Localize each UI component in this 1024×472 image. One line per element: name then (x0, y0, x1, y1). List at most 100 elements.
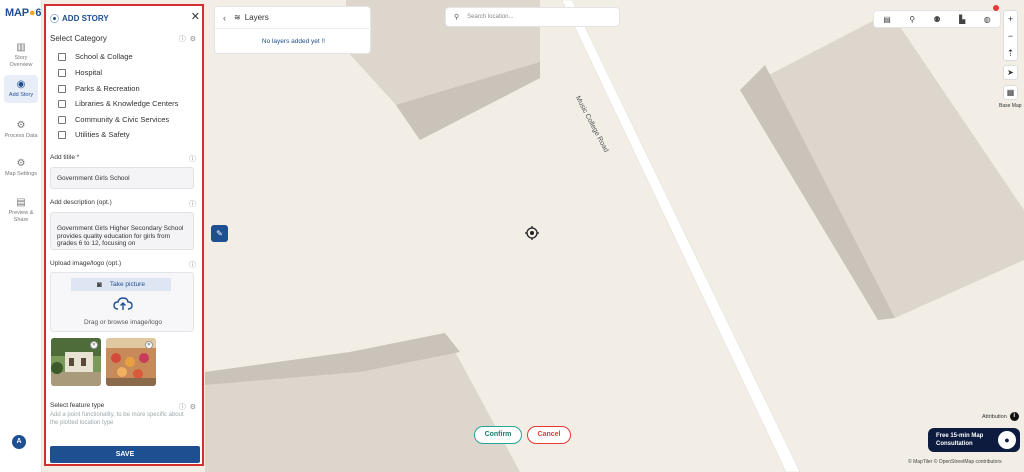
layers-title: Layers (244, 13, 269, 22)
rail-item-label: Add Story (8, 92, 34, 98)
consultation-button[interactable]: Free 15-min Map Consultation ● (928, 428, 1020, 452)
camera-icon: ◙ (97, 280, 102, 289)
info-icon[interactable]: ⓘ (179, 36, 190, 43)
locate-me-button[interactable]: ➤ (1003, 65, 1018, 80)
settings-icon[interactable]: ⚙ (190, 36, 200, 43)
close-icon[interactable]: ✕ (191, 10, 200, 23)
info-icon[interactable]: ⓘ (189, 154, 200, 164)
pencil-icon: ✎ (216, 229, 223, 238)
category-utilities[interactable]: Utilities & Safety (58, 130, 130, 139)
checkbox[interactable] (58, 99, 66, 108)
category-label: Community & Civic Services (75, 115, 170, 124)
rail-item-label: Story Overview (9, 55, 33, 68)
title-field[interactable]: Government Girls School (50, 167, 194, 189)
cloud-upload-icon (113, 297, 133, 310)
delete-image-icon[interactable]: ✕ (145, 341, 153, 349)
rail-item-add-story[interactable]: ◉ Add Story (4, 75, 38, 103)
rail-item-label: Preview & Share (8, 210, 34, 223)
info-icon[interactable]: ⓘ (189, 199, 200, 209)
rail-item-map-settings[interactable]: ⚙ Map Settings (4, 158, 38, 178)
panel-header: ⦿ ADD STORY ✕ (50, 10, 200, 26)
layers-icon: ≋ (234, 13, 241, 22)
navigation-arrow-icon: ➤ (1007, 68, 1014, 77)
panel-title: ADD STORY (62, 13, 109, 23)
title-label: Add titile * (50, 154, 80, 161)
uploaded-image-2[interactable]: ✕ (106, 338, 156, 386)
description-label: Add description (opt.) (50, 199, 112, 206)
map-copyright: © MapTiler © OpenStreetMap contributors (908, 459, 1002, 465)
checkbox[interactable] (58, 68, 66, 77)
search-placeholder: Search location... (467, 14, 514, 20)
zoom-control: + − ⇡ (1003, 10, 1018, 61)
app-logo[interactable]: MAP●6 (5, 7, 41, 19)
person-pin-icon[interactable]: ⚉ (934, 15, 941, 24)
take-picture-button[interactable]: ◙ Take picture (71, 278, 171, 291)
delete-image-icon[interactable]: ✕ (90, 341, 98, 349)
info-icon[interactable]: ⓘ (179, 404, 190, 411)
attribution-toggle[interactable]: Attribution i (982, 412, 1019, 421)
cancel-button[interactable]: Cancel (527, 426, 571, 444)
take-picture-label: Take picture (109, 281, 145, 288)
chat-icon[interactable]: ● (998, 431, 1016, 449)
layers-header: ‹ ≋ Layers (215, 7, 372, 29)
gear-icon: ⚙ (16, 120, 26, 131)
category-school[interactable]: School & Collage (58, 52, 133, 61)
category-label: Libraries & Knowledge Centers (75, 99, 179, 108)
add-story-panel: ⦿ ADD STORY ✕ Select Category ⓘ⚙ School … (44, 4, 204, 466)
map-toggle-icon[interactable]: ▤ (883, 15, 891, 24)
description-field[interactable]: Government Girls Higher Secondary School… (50, 212, 194, 250)
info-icon: i (1009, 412, 1019, 421)
map-icon: ▥ (16, 42, 26, 53)
save-button[interactable]: SAVE (50, 446, 200, 463)
category-community[interactable]: Community & Civic Services (58, 115, 169, 124)
globe-icon[interactable]: ◍ (984, 15, 991, 24)
rail-item-preview-share[interactable]: ▤ Preview & Share (4, 197, 38, 223)
checkbox[interactable] (58, 84, 66, 93)
notification-badge (993, 5, 999, 11)
section-tools: ⓘ⚙ (179, 402, 200, 412)
location-pin-icon: ⦿ (50, 13, 60, 24)
uploaded-image-1[interactable]: ✕ (51, 338, 101, 386)
info-icon[interactable]: ⓘ (189, 260, 200, 270)
layers-panel: ‹ ≋ Layers No layers added yet !! (214, 6, 372, 54)
checkbox[interactable] (58, 52, 66, 61)
edit-pencil-button[interactable]: ✎ (211, 225, 228, 242)
category-parks[interactable]: Parks & Recreation (58, 84, 140, 93)
section-tools: ⓘ⚙ (179, 34, 200, 44)
location-pin-icon: ◉ (16, 79, 26, 90)
upload-label: Upload image/logo (opt.) (50, 260, 122, 267)
map-toolbar: ▤ ⚲ ⚉ ▙ ◍ (873, 10, 1001, 28)
basemap-icon: ▦ (1006, 88, 1015, 97)
checkbox[interactable] (58, 130, 66, 139)
user-avatar[interactable]: A (12, 435, 26, 449)
feature-type-hint: Add a point functionality, to be more sp… (50, 412, 184, 426)
category-hospital[interactable]: Hospital (58, 68, 102, 77)
confirm-button[interactable]: Confirm (474, 426, 522, 444)
zoom-out-button[interactable]: − (1004, 28, 1017, 45)
settings-icon[interactable]: ⚙ (190, 404, 200, 411)
chevron-left-icon[interactable]: ‹ (223, 13, 226, 23)
search-icon[interactable]: ⚲ (909, 15, 915, 24)
basemap-button[interactable]: ▦ (1003, 85, 1018, 100)
location-search[interactable]: ⚲ Search location... (445, 7, 620, 27)
rail-item-story-overview[interactable]: ▥ Story Overview (4, 42, 38, 68)
checkbox[interactable] (58, 115, 66, 124)
rail-item-label: Process Data (4, 133, 38, 139)
category-label: Parks & Recreation (75, 84, 140, 93)
chart-icon[interactable]: ▙ (959, 15, 965, 24)
category-libraries[interactable]: Libraries & Knowledge Centers (58, 99, 178, 108)
browse-text: Drag or browse image/logo (83, 319, 163, 326)
zoom-in-button[interactable]: + (1004, 11, 1017, 28)
rail-item-process-data[interactable]: ⚙ Process Data (4, 120, 38, 140)
left-nav-rail: MAP●6 ▥ Story Overview ◉ Add Story ⚙ Pro… (0, 0, 42, 472)
crosshair-target-icon (525, 226, 539, 240)
category-label: Utilities & Safety (75, 130, 130, 139)
category-label: School & Collage (75, 52, 133, 61)
compass-icon[interactable]: ⇡ (1004, 45, 1017, 62)
category-label: Hospital (75, 68, 103, 77)
rail-item-label: Map Settings (4, 171, 38, 177)
basemap-label: Base Map (999, 103, 1022, 109)
attribution-label: Attribution (982, 413, 1007, 420)
upload-dropzone[interactable]: ◙ Take picture Drag or browse image/logo (50, 272, 194, 332)
preview-icon: ▤ (16, 197, 26, 208)
